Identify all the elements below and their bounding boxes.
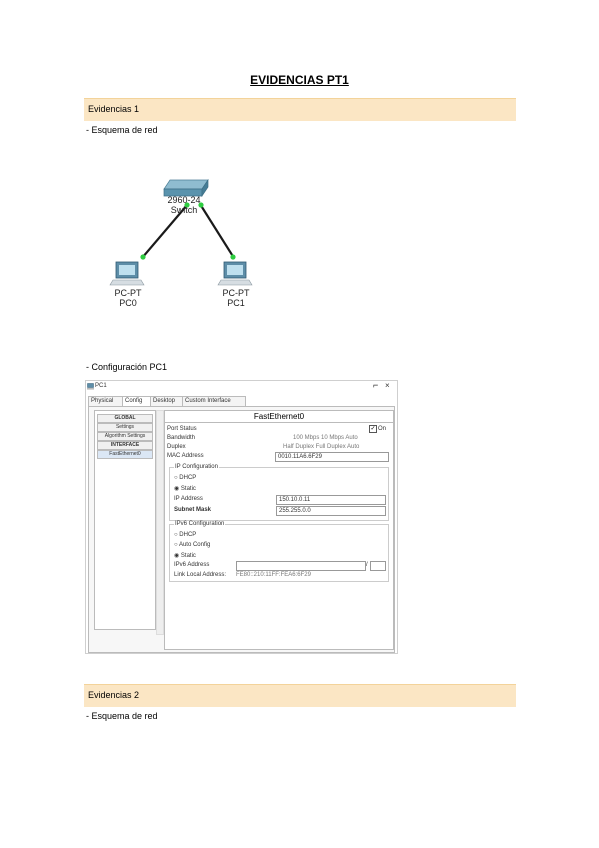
ipv6-dhcp-label: DHCP [179, 532, 197, 538]
document-title: EVIDENCIAS PT1 [250, 73, 349, 87]
ipv6-dhcp-radio[interactable]: ○ DHCP [174, 532, 196, 538]
duplex-label: Duplex [167, 444, 186, 450]
sidebar-item-interface[interactable]: INTERFACE [97, 441, 153, 450]
subnet-mask-field[interactable]: 255.255.0.0 [276, 506, 386, 516]
sidebar-item-global[interactable]: GLOBAL [97, 414, 153, 423]
port-led-pc1 [230, 254, 236, 260]
ip-dhcp-radio[interactable]: ○ DHCP [174, 475, 196, 481]
subnet-mask-label: Subnet Mask [174, 507, 212, 513]
interface-panel: FastEthernet0 Port Status ✓ On Bandwidth… [164, 410, 394, 650]
bandwidth-label: Bandwidth [167, 435, 196, 441]
bullet-configuracion-pc1: - Configuración PC1 [86, 362, 168, 372]
window-titlebar: PC1 ⌐ × [86, 380, 397, 393]
window-title: PC1 [95, 383, 107, 389]
ipv6-address-label: IPv6 Address [174, 562, 210, 568]
ipv6-auto-config-label: Auto Config [178, 542, 211, 548]
network-diagram: 2960-24 Switch PC-PT PC0 PC-PT PC1 [109, 178, 253, 308]
section-heading-2: Evidencias 2 [84, 684, 516, 707]
switch-name-label: Switch [171, 205, 198, 215]
config-sidebar: GLOBAL Settings Algorithm Settings INTER… [94, 410, 156, 630]
port-status-label: Port Status [167, 426, 197, 432]
ip-static-label: Static [180, 486, 196, 492]
ipv6-prefix-separator: / [366, 562, 368, 568]
switch-icon [163, 178, 209, 198]
tab-custom-interface[interactable]: Custom Interface [182, 396, 246, 406]
tab-bar: Physical Config Desktop Custom Interface [88, 396, 393, 407]
ipv6-prefix-field[interactable] [370, 561, 386, 571]
section-heading-1-text: Evidencias 1 [88, 104, 140, 114]
bandwidth-options[interactable]: 100 Mbps 10 Mbps Auto [293, 435, 358, 441]
bullet-esquema-red-1: - Esquema de red [86, 125, 158, 135]
panel-title: FastEthernet0 [165, 412, 393, 423]
minimize-icon[interactable]: ⌐ [373, 380, 378, 390]
ip-static-radio[interactable]: ◉ Static [174, 485, 196, 492]
ipv6-address-field[interactable] [236, 561, 366, 571]
pc1-icon [217, 261, 253, 286]
pc0-model-label: PC-PT [115, 288, 143, 298]
sidebar-scrollbar[interactable] [156, 410, 164, 635]
link-switch-pc1 [199, 203, 235, 259]
bullet-esquema-red-2: - Esquema de red [86, 711, 158, 721]
config-tab-body: GLOBAL Settings Algorithm Settings INTER… [88, 406, 395, 653]
pc-app-icon [87, 383, 94, 390]
ipv6-configuration-group: IPv6 Configuration ○ DHCP ○ Auto Config … [169, 521, 389, 582]
switch-model-label: 2960-24 [167, 195, 200, 205]
ip-configuration-title: IP Configuration [174, 464, 219, 470]
port-led-pc0 [140, 254, 146, 260]
sidebar-item-algorithm-settings[interactable]: Algorithm Settings [97, 432, 153, 441]
pc0-icon [109, 261, 145, 286]
link-local-label: Link Local Address: [174, 572, 227, 578]
sidebar-item-settings[interactable]: Settings [97, 423, 153, 432]
pc0-name-label: PC0 [119, 298, 137, 308]
ipv6-auto-config-radio[interactable]: ○ Auto Config [174, 542, 210, 548]
close-icon[interactable]: × [385, 381, 390, 390]
ipv6-static-radio[interactable]: ◉ Static [174, 552, 196, 559]
ipv6-configuration-title: IPv6 Configuration [174, 521, 226, 527]
mac-address-field[interactable]: 0010.11A6.6F29 [275, 452, 389, 462]
tab-physical[interactable]: Physical [88, 396, 124, 406]
ip-address-field[interactable]: 150.10.0.11 [276, 495, 386, 505]
pc1-model-label: PC-PT [223, 288, 251, 298]
pc1-name-label: PC1 [227, 298, 245, 308]
ip-dhcp-label: DHCP [179, 475, 197, 481]
mac-address-label: MAC Address [167, 453, 204, 459]
port-status-value: On [378, 426, 387, 432]
ip-configuration-group: IP Configuration ○ DHCP ◉ Static IP Addr… [169, 464, 389, 521]
tab-desktop[interactable]: Desktop [150, 396, 184, 406]
port-status-checkbox[interactable]: ✓ [369, 425, 377, 433]
ipv6-static-label: Static [180, 553, 196, 559]
pc1-config-window: PC1 ⌐ × Physical Config Desktop Custom I… [85, 380, 398, 654]
duplex-options[interactable]: Half Duplex Full Duplex Auto [283, 444, 359, 450]
link-local-value: FE80::210:11FF:FEA6:6F29 [236, 572, 311, 578]
section-heading-1: Evidencias 1 [84, 98, 516, 121]
sidebar-item-fastethernet0[interactable]: FastEthernet0 [97, 450, 153, 459]
ip-address-label: IP Address [174, 496, 203, 502]
section-heading-2-text: Evidencias 2 [88, 690, 140, 700]
